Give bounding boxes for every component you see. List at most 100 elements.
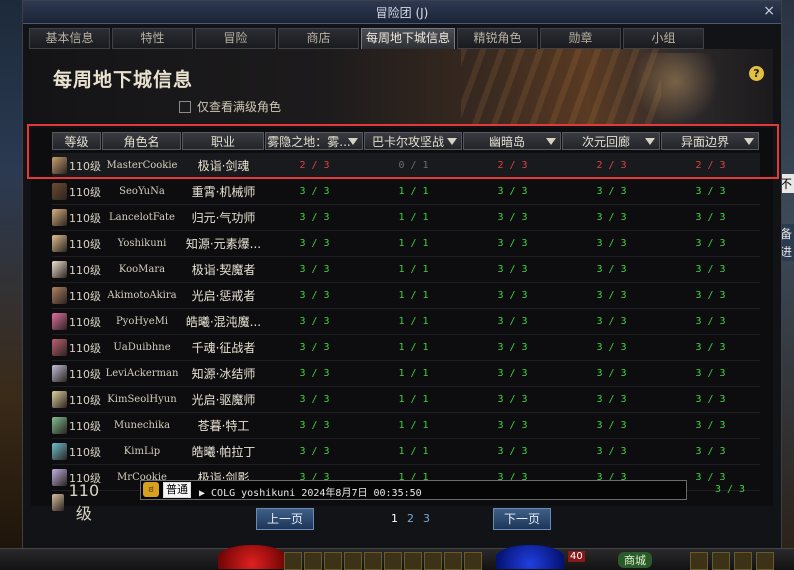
dungeon-cell: 3 / 3 <box>299 238 330 249</box>
checkbox[interactable] <box>179 100 191 113</box>
level-cell: 110级 <box>52 261 102 278</box>
character-avatar <box>52 339 67 356</box>
menu-slot[interactable] <box>756 552 774 570</box>
tab-1[interactable]: 特性 <box>112 28 193 49</box>
level-cell: 110级 <box>52 391 102 408</box>
page-number-2[interactable]: 2 <box>407 512 414 525</box>
shop-button[interactable]: 商城 <box>618 552 652 568</box>
dungeon-cell: 3 / 3 <box>596 368 627 379</box>
table-row: 110级 ಠ 普通 ▶ COLG yoshikuni 2024年8月7日 00:… <box>52 478 773 523</box>
level-text: 110级 <box>69 367 101 381</box>
hotbar-slot[interactable] <box>404 552 422 570</box>
dungeon-cell: 3 / 3 <box>497 368 528 379</box>
dungeon-cell: 3 / 3 <box>299 290 330 301</box>
table-row[interactable]: 110级 LancelotFate 归元·气功师 3 / 3 1 / 1 3 / 3 3 /… <box>52 205 760 231</box>
menu-slot[interactable] <box>690 552 708 570</box>
dungeon-cell: 1 / 1 <box>398 446 429 457</box>
page-number-1[interactable]: 1 <box>391 512 398 525</box>
table-row[interactable]: 110级 AkimotoAkira 光启·惩戒者 3 / 3 1 / 1 3 / 3 3 /… <box>52 283 760 309</box>
table-row[interactable]: 110级 KimSeolHyun 光启·驱魔师 3 / 3 1 / 1 3 / 3 3 / … <box>52 387 760 413</box>
hotbar-slot[interactable] <box>344 552 362 570</box>
level-text: 110级 <box>69 445 101 459</box>
tab-3[interactable]: 商店 <box>278 28 359 49</box>
tab-6[interactable]: 勋章 <box>540 28 621 49</box>
level-text: 110级 <box>69 263 101 277</box>
chat-input[interactable]: ಠ 普通 ▶ COLG yoshikuni 2024年8月7日 00:35:50 <box>140 480 687 500</box>
dungeon-cell: 3 / 3 <box>695 238 726 249</box>
dungeon-cell: 3 / 3 <box>596 342 627 353</box>
game-hud-bar: 40 商城 <box>0 545 794 570</box>
table-row[interactable]: 110级 Yoshikuni 知源·元素爆... 3 / 3 1 / 1 3 / 3 3 /… <box>52 231 760 257</box>
hotbar-slot[interactable] <box>464 552 482 570</box>
help-icon[interactable]: ? <box>749 66 764 81</box>
dungeon-cell: 3 / 3 <box>695 290 726 301</box>
highlight-annotation <box>27 124 779 179</box>
table-row[interactable]: 110级 LeviAckerman 知源·冰结师 3 / 3 1 / 1 3 / 3 3 /… <box>52 361 760 387</box>
prev-page-button[interactable]: 上一页 <box>256 508 314 530</box>
hotbar-slot[interactable] <box>364 552 382 570</box>
dungeon-cell: 3 / 3 <box>299 420 330 431</box>
emoji-icon[interactable]: ಠ <box>143 482 159 497</box>
tab-7[interactable]: 小组 <box>623 28 704 49</box>
pagination: 上一页 1 2 3 下一页 <box>23 508 781 530</box>
hp-orb <box>218 545 286 569</box>
level-cell: 110级 <box>52 365 102 382</box>
max-level-filter[interactable]: 仅查看满级角色 <box>179 98 281 115</box>
level-text: 110级 <box>69 393 101 407</box>
level-text: 110级 <box>69 185 101 199</box>
table-row[interactable]: 110级 Munechika 苍暮·特工 3 / 3 1 / 1 3 / 3 3 / 3 3 … <box>52 413 760 439</box>
dungeon-cell: 3 / 3 <box>695 446 726 457</box>
menu-slot[interactable] <box>712 552 730 570</box>
character-job: 极诣·契魔者 <box>191 263 256 277</box>
dungeon-cell: 3 / 3 <box>497 264 528 275</box>
dungeon-cell: 3 / 3 <box>299 394 330 405</box>
dungeon-cell: 3 / 3 <box>596 394 627 405</box>
dungeon-cell: 3 / 3 <box>497 420 528 431</box>
dungeon-cell: 3 / 3 <box>596 290 627 301</box>
table-row[interactable]: 110级 UaDuibhne 千魂·征战者 3 / 3 1 / 1 3 / 3 3 / 3 3… <box>52 335 760 361</box>
level-text: 110级 <box>69 289 101 303</box>
page-number-3[interactable]: 3 <box>423 512 430 525</box>
mp-orb <box>496 545 564 569</box>
dungeon-cell: 1 / 1 <box>398 316 429 327</box>
character-avatar <box>52 183 67 200</box>
hotbar-slot[interactable] <box>284 552 302 570</box>
tab-4[interactable]: 每周地下城信息 <box>361 28 455 50</box>
hotbar-slot[interactable] <box>304 552 322 570</box>
level-cell: 110级 <box>52 313 102 330</box>
character-name: SeoYuNa <box>119 186 165 197</box>
level-text: 110级 <box>69 341 101 355</box>
dungeon-cell: 3 / 3 <box>695 264 726 275</box>
character-name: UaDuibhne <box>113 342 171 353</box>
character-name: Yoshikuni <box>117 238 167 249</box>
next-page-button[interactable]: 下一页 <box>493 508 551 530</box>
level-cell: 110级 <box>52 287 102 304</box>
tab-5[interactable]: 精锐角色 <box>457 28 538 49</box>
character-name: LeviAckerman <box>105 368 179 379</box>
dungeon-cell: 3 / 3 <box>497 342 528 353</box>
close-button[interactable]: × <box>763 3 775 19</box>
character-name: PyoHyeMi <box>115 316 169 327</box>
menu-slot[interactable] <box>734 552 752 570</box>
dungeon-cell: 3 / 3 <box>497 446 528 457</box>
hotbar-slot[interactable] <box>384 552 402 570</box>
tab-2[interactable]: 冒险 <box>195 28 276 49</box>
character-job: 皓曦·帕拉丁 <box>191 445 256 459</box>
table-row[interactable]: 110级 KooMara 极诣·契魔者 3 / 3 1 / 1 3 / 3 3 / 3 3 /… <box>52 257 760 283</box>
character-name: KimSeolHyun <box>107 394 177 405</box>
hotbar-slot[interactable] <box>424 552 442 570</box>
hotbar-slot[interactable] <box>444 552 462 570</box>
dungeon-cell: 3 / 3 <box>695 342 726 353</box>
table-row[interactable]: 110级 PyoHyeMi 皓曦·混沌魔... 3 / 3 1 / 1 3 / 3 3 / … <box>52 309 760 335</box>
character-name: KimLip <box>123 446 161 457</box>
table-row[interactable]: 110级 KimLip 皓曦·帕拉丁 3 / 3 1 / 1 3 / 3 3 / 3 3 / … <box>52 439 760 465</box>
table-row[interactable]: 110级 SeoYuNa 重霄·机械师 3 / 3 1 / 1 3 / 3 3 / 3 3 /… <box>52 179 760 205</box>
chat-channel-badge[interactable]: 普通 <box>163 482 191 498</box>
dungeon-cell: 3 / 3 <box>596 212 627 223</box>
dungeon-cell: 3 / 3 <box>695 394 726 405</box>
dungeon-table: 等级 角色名 职业 雾隐之地：雾... 巴卡尔攻坚战 幽暗岛 次元回廊 异面边界 110级 Ma… <box>31 128 773 523</box>
hotbar-slot[interactable] <box>324 552 342 570</box>
banner-glow <box>631 53 721 123</box>
window-titlebar[interactable]: 冒险团 (J) × <box>23 1 781 24</box>
tab-0[interactable]: 基本信息 <box>29 28 110 49</box>
